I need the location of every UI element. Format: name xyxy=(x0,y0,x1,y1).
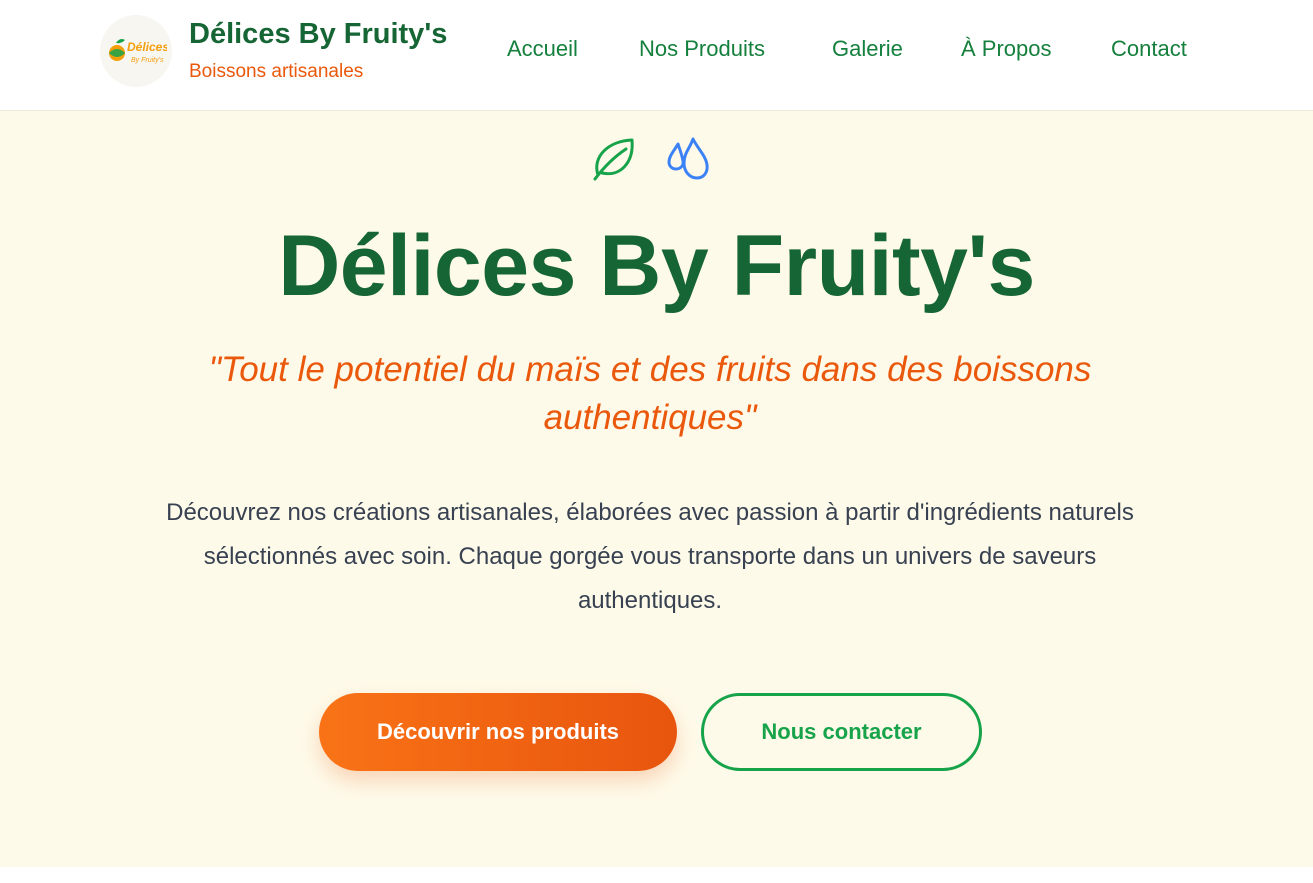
hero-tagline: "Tout le potentiel du maïs et des fruits… xyxy=(208,350,1092,437)
hero-description: Découvrez nos créations artisanales, éla… xyxy=(166,499,1134,614)
droplets-icon xyxy=(667,137,709,180)
nav-a-propos[interactable]: À Propos xyxy=(961,36,1052,62)
hero-section: Délices By Fruity's "Tout le potentiel d… xyxy=(0,111,1313,867)
hero-title: Délices By Fruity's xyxy=(278,218,1035,314)
discover-products-button[interactable]: Découvrir nos produits xyxy=(319,693,677,771)
contact-us-button[interactable]: Nous contacter xyxy=(701,693,982,771)
brand-name[interactable]: Délices By Fruity's xyxy=(189,18,447,51)
logo-subtext: By Fruity's xyxy=(131,57,164,64)
nav-contact[interactable]: Contact xyxy=(1111,36,1187,62)
brand-tagline: Boissons artisanales xyxy=(189,61,364,82)
logo-emblem: Délices By Fruity's xyxy=(109,39,167,64)
logo-text: Délices xyxy=(127,40,167,54)
nav-accueil[interactable]: Accueil xyxy=(507,36,578,62)
hero-icon-group xyxy=(590,135,715,185)
nav-nos-produits[interactable]: Nos Produits xyxy=(639,36,765,62)
nav-galerie[interactable]: Galerie xyxy=(832,36,903,62)
site-header: Délices By Fruity's Délices By Fruity's … xyxy=(0,0,1313,111)
leaf-icon xyxy=(593,138,634,181)
brand-logo[interactable]: Délices By Fruity's xyxy=(100,15,172,87)
